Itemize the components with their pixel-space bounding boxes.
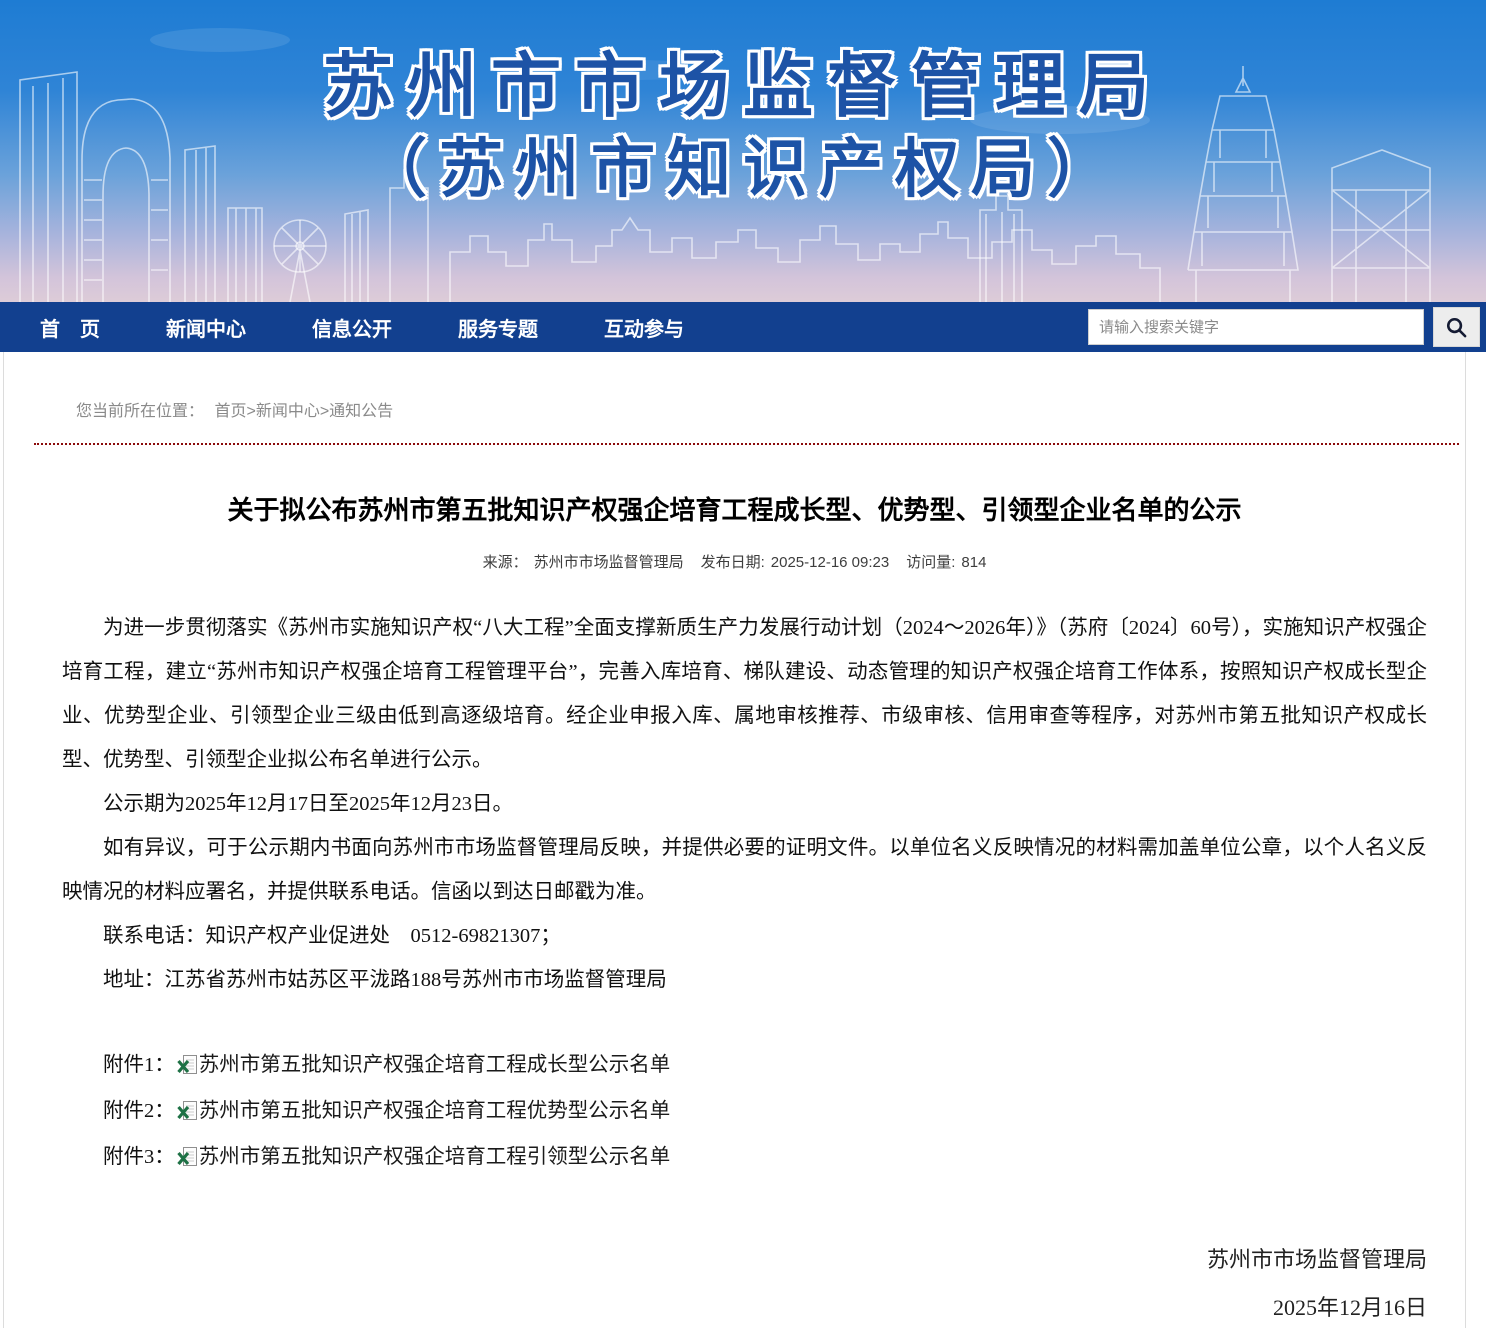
meta-source: 苏州市市场监督管理局 — [534, 554, 684, 571]
article-body: 为进一步贯彻落实《苏州市实施知识产权“八大工程”全面支撑新质生产力发展行动计划（… — [62, 606, 1427, 1328]
attachment-row: 附件1： 苏州市第五批知识产权强企培育工程成长型公示名单 — [62, 1044, 1427, 1090]
attachment-label: 附件1： — [103, 1054, 175, 1076]
nav-item-news[interactable]: 新闻中心 — [166, 313, 246, 342]
breadcrumb-label: 您当前所在位置： — [76, 403, 204, 420]
excel-file-icon[interactable] — [177, 1094, 198, 1136]
article-title: 关于拟公布苏州市第五批知识产权强企培育工程成长型、优势型、引领型企业名单的公示 — [74, 493, 1395, 527]
excel-file-icon[interactable] — [177, 1140, 198, 1182]
meta-date-label: 发布日期: — [701, 554, 765, 571]
search-button[interactable] — [1433, 307, 1480, 347]
meta-source-label: 来源： — [483, 554, 528, 571]
attachments-list: 附件1： 苏州市第五批知识产权强企培育工程成长型公示名单 附件2： 苏州市第五批知识… — [62, 1044, 1427, 1182]
search-icon — [1445, 316, 1468, 339]
signature-block: 苏州市市场监督管理局 2025年12月16日 — [62, 1236, 1427, 1328]
excel-file-icon[interactable] — [177, 1048, 198, 1090]
site-title-line1: 苏州市市场监督管理局 — [0, 44, 1486, 128]
paragraph: 公示期为2025年12月17日至2025年12月23日。 — [62, 782, 1427, 826]
attachment-link-leading[interactable]: 苏州市第五批知识产权强企培育工程引领型公示名单 — [199, 1146, 671, 1168]
search-input[interactable] — [1088, 309, 1424, 345]
main-nav: 首 页 新闻中心 信息公开 服务专题 互动参与 — [0, 302, 1486, 352]
page: 苏州市市场监督管理局 （苏州市知识产权局） 首 页 新闻中心 信息公开 服务专题… — [0, 0, 1486, 1328]
paragraph-address: 地址：江苏省苏州市姑苏区平泷路188号苏州市市场监督管理局 — [62, 958, 1427, 1002]
nav-item-home[interactable]: 首 页 — [40, 313, 100, 342]
attachment-row: 附件2： 苏州市第五批知识产权强企培育工程优势型公示名单 — [62, 1090, 1427, 1136]
site-title: 苏州市市场监督管理局 （苏州市知识产权局） — [0, 44, 1486, 210]
paragraph: 如有异议，可于公示期内书面向苏州市市场监督管理局反映，并提供必要的证明文件。以单… — [62, 826, 1427, 914]
meta-views-label: 访问量: — [906, 554, 955, 571]
nav-item-service-topics[interactable]: 服务专题 — [458, 313, 538, 342]
attachment-label: 附件2： — [103, 1100, 175, 1122]
paragraph-contact-phone: 联系电话：知识产权产业促进处 0512-69821307； — [62, 914, 1427, 958]
signature-date: 2025年12月16日 — [62, 1284, 1427, 1328]
divider — [34, 443, 1459, 445]
site-title-line2: （苏州市知识产权局） — [0, 128, 1486, 210]
paragraph: 为进一步贯彻落实《苏州市实施知识产权“八大工程”全面支撑新质生产力发展行动计划（… — [62, 606, 1427, 782]
attachment-row: 附件3： 苏州市第五批知识产权强企培育工程引领型公示名单 — [62, 1136, 1427, 1182]
search-area — [1088, 302, 1480, 352]
signature-org: 苏州市市场监督管理局 — [62, 1236, 1427, 1284]
attachment-link-advantage[interactable]: 苏州市第五批知识产权强企培育工程优势型公示名单 — [199, 1100, 671, 1122]
attachment-link-growth[interactable]: 苏州市第五批知识产权强企培育工程成长型公示名单 — [199, 1054, 671, 1076]
nav-item-interaction[interactable]: 互动参与 — [604, 313, 684, 342]
meta-date: 2025-12-16 09:23 — [771, 554, 889, 571]
content-area: 您当前所在位置： 首页>新闻中心>通知公告 关于拟公布苏州市第五批知识产权强企培… — [3, 352, 1466, 1328]
site-banner: 苏州市市场监督管理局 （苏州市知识产权局） — [0, 0, 1486, 302]
breadcrumb: 您当前所在位置： 首页>新闻中心>通知公告 — [4, 352, 1465, 421]
article-meta: 来源： 苏州市市场监督管理局发布日期: 2025-12-16 09:23 访问量: 81… — [4, 551, 1465, 572]
meta-views: 814 — [961, 554, 986, 571]
attachment-label: 附件3： — [103, 1146, 175, 1168]
nav-item-info-disclosure[interactable]: 信息公开 — [312, 313, 392, 342]
breadcrumb-path[interactable]: 首页>新闻中心>通知公告 — [214, 403, 393, 420]
